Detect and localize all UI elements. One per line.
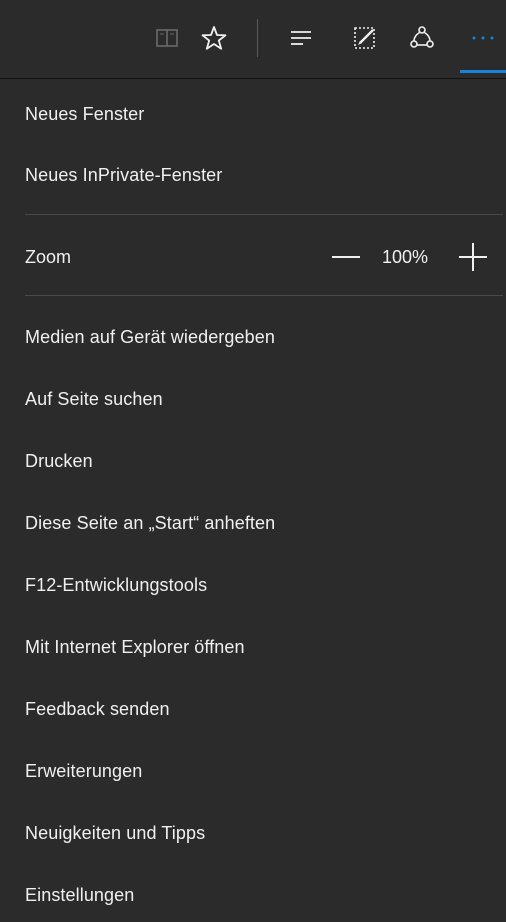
toolbar-separator	[257, 19, 258, 57]
zoom-label: Zoom	[25, 246, 72, 267]
favorites-star-icon	[201, 26, 227, 50]
menu-item-new-inprivate-window[interactable]: Neues InPrivate-Fenster	[0, 150, 506, 200]
share-button[interactable]	[404, 20, 440, 56]
plus-icon	[459, 243, 487, 271]
menu-item-pin-to-start[interactable]: Diese Seite an „Start“ anheften	[0, 498, 506, 548]
zoom-in-button[interactable]	[453, 229, 493, 285]
reading-view-icon	[156, 29, 178, 47]
browser-toolbar	[0, 0, 506, 78]
zoom-out-button[interactable]	[326, 229, 366, 285]
menu-item-open-with-ie[interactable]: Mit Internet Explorer öffnen	[0, 622, 506, 672]
web-note-button[interactable]	[347, 20, 383, 56]
add-favorite-button[interactable]	[196, 20, 232, 56]
menu-item-settings[interactable]: Einstellungen	[0, 870, 506, 920]
more-actions-icon	[472, 36, 494, 40]
minus-icon	[332, 256, 360, 258]
menu-item-dev-tools[interactable]: F12-Entwicklungstools	[0, 560, 506, 610]
reading-view-button[interactable]	[149, 20, 185, 56]
menu-item-cast-media[interactable]: Medien auf Gerät wiedergeben	[0, 312, 506, 362]
menu-divider	[25, 214, 503, 215]
menu-item-whats-new[interactable]: Neuigkeiten und Tipps	[0, 808, 506, 858]
hub-button[interactable]	[283, 20, 319, 56]
menu-item-extensions[interactable]: Erweiterungen	[0, 746, 506, 796]
menu-item-send-feedback[interactable]: Feedback senden	[0, 684, 506, 734]
more-actions-button[interactable]	[465, 20, 501, 56]
active-indicator	[460, 70, 506, 73]
menu-item-new-window[interactable]: Neues Fenster	[0, 89, 506, 139]
hub-icon	[291, 31, 311, 45]
web-note-icon	[354, 27, 375, 49]
zoom-row: Zoom 100%	[0, 229, 506, 285]
zoom-level-value: 100%	[382, 246, 429, 267]
more-actions-menu: Neues Fenster Neues InPrivate-Fenster Zo…	[0, 79, 506, 922]
menu-item-find-on-page[interactable]: Auf Seite suchen	[0, 374, 506, 424]
menu-item-print[interactable]: Drucken	[0, 436, 506, 486]
menu-divider	[25, 295, 503, 296]
share-icon	[410, 26, 434, 48]
